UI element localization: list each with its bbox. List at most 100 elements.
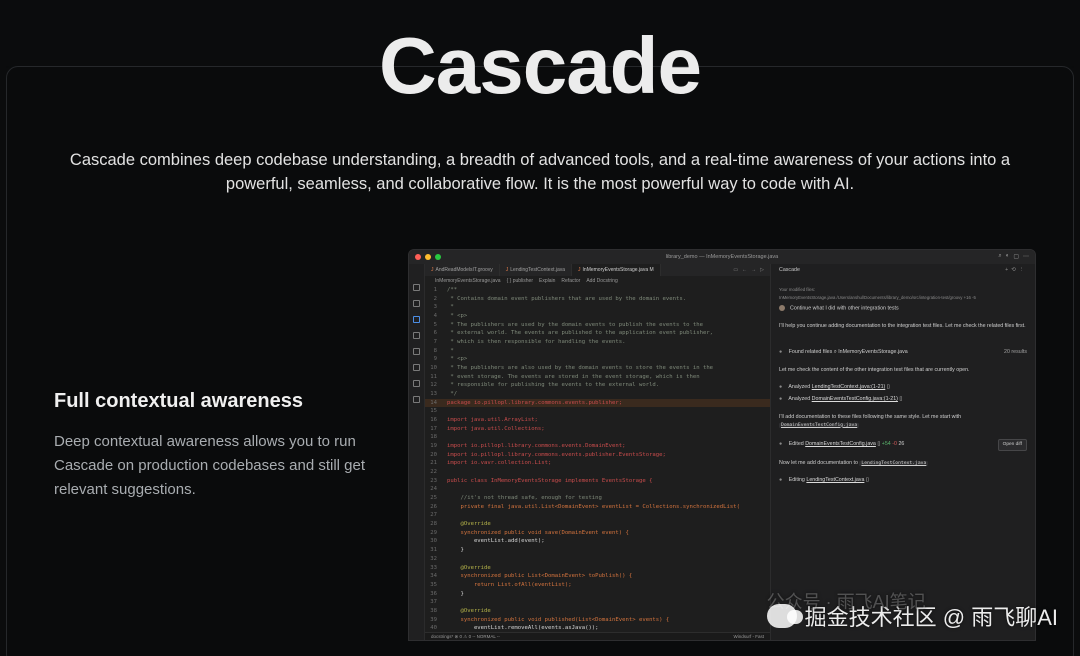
line-number: 14 (430, 399, 437, 406)
code-text: } (447, 590, 464, 597)
code-line[interactable]: 5 * The publishers are used by the domai… (425, 321, 770, 330)
debug-icon[interactable] (413, 332, 420, 339)
found-files-step[interactable]: ● Found related files ⌕ InMemoryEventsSt… (779, 349, 1027, 357)
code-line[interactable]: 39 synchronized public void published(Li… (425, 616, 770, 625)
code-line[interactable]: 33 @Override (425, 564, 770, 573)
line-number: 5 (433, 321, 437, 328)
found-count: 20 results (1004, 349, 1027, 355)
code-line[interactable]: 2 * Contains domain event publishers tha… (425, 295, 770, 304)
code-line[interactable]: 1 /** (425, 286, 770, 295)
code-line[interactable]: 19 import io.pillopl.library.commons.even… (425, 442, 770, 451)
hero-description: Cascade combines deep codebase understan… (69, 151, 1011, 193)
file-icon: ▯ (865, 477, 869, 483)
code-line[interactable]: 25 //it's not thread safe, enough for te… (425, 494, 770, 503)
breadcrumb-symbol[interactable]: { } publisher (507, 278, 533, 284)
run-icon[interactable]: ▷ (760, 267, 764, 273)
step-bullet-icon: ● (779, 441, 783, 447)
editor-tab[interactable]: J LendingTestContext.java (500, 264, 573, 276)
code-line[interactable]: 9 * <p> (425, 355, 770, 364)
flask-icon[interactable] (413, 396, 420, 403)
code-line[interactable]: 32 (425, 555, 770, 564)
status-left: docstrings* ⊗ 0 ⚠ 0 -- NORMAL -- (431, 634, 500, 639)
search-icon[interactable]: ⌕ (998, 253, 1001, 260)
code-line[interactable]: 24 (425, 485, 770, 494)
extensions-icon[interactable] (413, 348, 420, 355)
code-line[interactable]: 31 } (425, 546, 770, 555)
code-line[interactable]: 29 synchronized public void save(DomainE… (425, 529, 770, 538)
code-line[interactable]: 28 @Override (425, 520, 770, 529)
code-text: @Override (447, 521, 491, 528)
code-line[interactable]: 20 import io.pillopl.library.commons.even… (425, 451, 770, 460)
code-text: * <p> (447, 356, 468, 363)
modified-file-item[interactable]: InMemoryEventsStorage.java /Users/anshul… (779, 294, 1027, 302)
code-line[interactable]: 26 private final java.util.List<DomainEv… (425, 503, 770, 512)
code-line[interactable]: 10 * The publishers are also used by the… (425, 364, 770, 373)
file-chip[interactable]: LendingTestContext.java (859, 461, 929, 466)
line-number: 34 (430, 573, 437, 580)
line-number: 37 (430, 599, 437, 606)
open-diff-button[interactable]: Open diff (997, 439, 1027, 451)
avatar[interactable]: ◐ (1006, 253, 1010, 260)
code-line[interactable]: 12 * responsible for publishing the even… (425, 381, 770, 390)
code-line[interactable]: 17 import java.util.Collections; (425, 425, 770, 434)
line-number: 39 (430, 616, 437, 623)
code-line[interactable]: 22 (425, 468, 770, 477)
layout-icon[interactable]: ▢ (1013, 253, 1019, 260)
remote-icon[interactable] (413, 364, 420, 371)
code-text: synchronized public List<DomainEvent> to… (447, 573, 633, 580)
window-titlebar: library_demo — InMemoryEventsStorage.jav… (409, 250, 1035, 264)
testing-icon[interactable] (413, 380, 420, 387)
search-icon[interactable] (413, 300, 420, 307)
user-message: Continue what I did with other integrati… (779, 305, 1027, 313)
code-line[interactable]: 13 */ (425, 390, 770, 399)
editing-file-link[interactable]: LendingTestContext.java (806, 477, 864, 483)
code-line[interactable]: 34 synchronized public List<DomainEvent>… (425, 572, 770, 581)
analyzed-file-link[interactable]: LendingTestContext.java:(1-21) (812, 384, 886, 390)
history-icon[interactable]: ⟲ (1011, 267, 1018, 273)
forward-icon[interactable]: → (751, 267, 756, 273)
codelens-action[interactable]: Add Docstring (586, 278, 617, 284)
breadcrumb: InMemoryEventsStorage.java { } publisher E… (425, 276, 770, 286)
split-icon[interactable]: ▭ (733, 267, 738, 273)
code-line[interactable]: 27 (425, 511, 770, 520)
code-line[interactable]: 36 } (425, 590, 770, 599)
code-line[interactable]: 7 * which is then responsible for handli… (425, 338, 770, 347)
breadcrumb-file[interactable]: InMemoryEventsStorage.java (435, 278, 501, 284)
editor-tab[interactable]: J InMemoryEventsStorage.java M (572, 264, 661, 276)
code-line[interactable]: 35 return List.ofAll(eventList); (425, 581, 770, 590)
analyzed-file-link[interactable]: DomainEventsTestConfig.java:(1-21) (812, 396, 898, 402)
feature-title: Full contextual awareness (54, 390, 303, 412)
code-line[interactable]: 8 * (425, 347, 770, 356)
file-chip[interactable]: DomainEventsTestConfig.java (779, 422, 860, 428)
code-line[interactable]: 16 import java.util.ArrayList; (425, 416, 770, 425)
code-line[interactable]: 23 public class InMemoryEventsStorage imp… (425, 477, 770, 486)
codelens-action[interactable]: Refactor (561, 278, 580, 284)
code-line[interactable]: 6 * external world. The events are publi… (425, 329, 770, 338)
line-number: 6 (433, 330, 437, 337)
editor-tab[interactable]: J AndReadModelsIT.groovy (425, 264, 500, 276)
code-line[interactable]: 38 @Override (425, 607, 770, 616)
line-number: 32 (430, 555, 437, 562)
codelens-action[interactable]: Explain (539, 278, 555, 284)
code-area[interactable]: 1 /** 2 * Contains domain event publishers… (425, 286, 770, 632)
code-line[interactable]: 21 import io.vavr.collection.List; (425, 459, 770, 468)
back-icon[interactable]: ← (742, 267, 747, 273)
code-line[interactable]: 11 * event storage. The events are store… (425, 373, 770, 382)
code-line[interactable]: 14 package io.pillopl.library.commons.eve… (425, 398, 770, 408)
code-line[interactable]: 30 eventList.add(event); (425, 537, 770, 546)
code-line[interactable]: 15 (425, 407, 770, 416)
more-icon[interactable]: ⋮ (1019, 267, 1027, 273)
more-icon[interactable]: ⋯ (1023, 253, 1029, 260)
found-file[interactable]: InMemoryEventsStorage.java (838, 349, 907, 355)
code-text: * (447, 347, 454, 354)
code-line[interactable]: 37 (425, 598, 770, 607)
assistant-reply-text: Now let me add documentation to (779, 460, 858, 466)
cascade-panel: Cascade +⟲⋮ Your modified files: InMemor… (770, 264, 1035, 640)
source-control-icon[interactable] (413, 316, 420, 323)
code-line[interactable]: 4 * <p> (425, 312, 770, 321)
edited-file-link[interactable]: DomainEventsTestConfig.java (805, 441, 876, 447)
explorer-icon[interactable] (413, 284, 420, 291)
code-line[interactable]: 40 eventList.removeAll(events.asJava()); (425, 624, 770, 632)
code-line[interactable]: 3 * (425, 303, 770, 312)
code-line[interactable]: 18 (425, 433, 770, 442)
